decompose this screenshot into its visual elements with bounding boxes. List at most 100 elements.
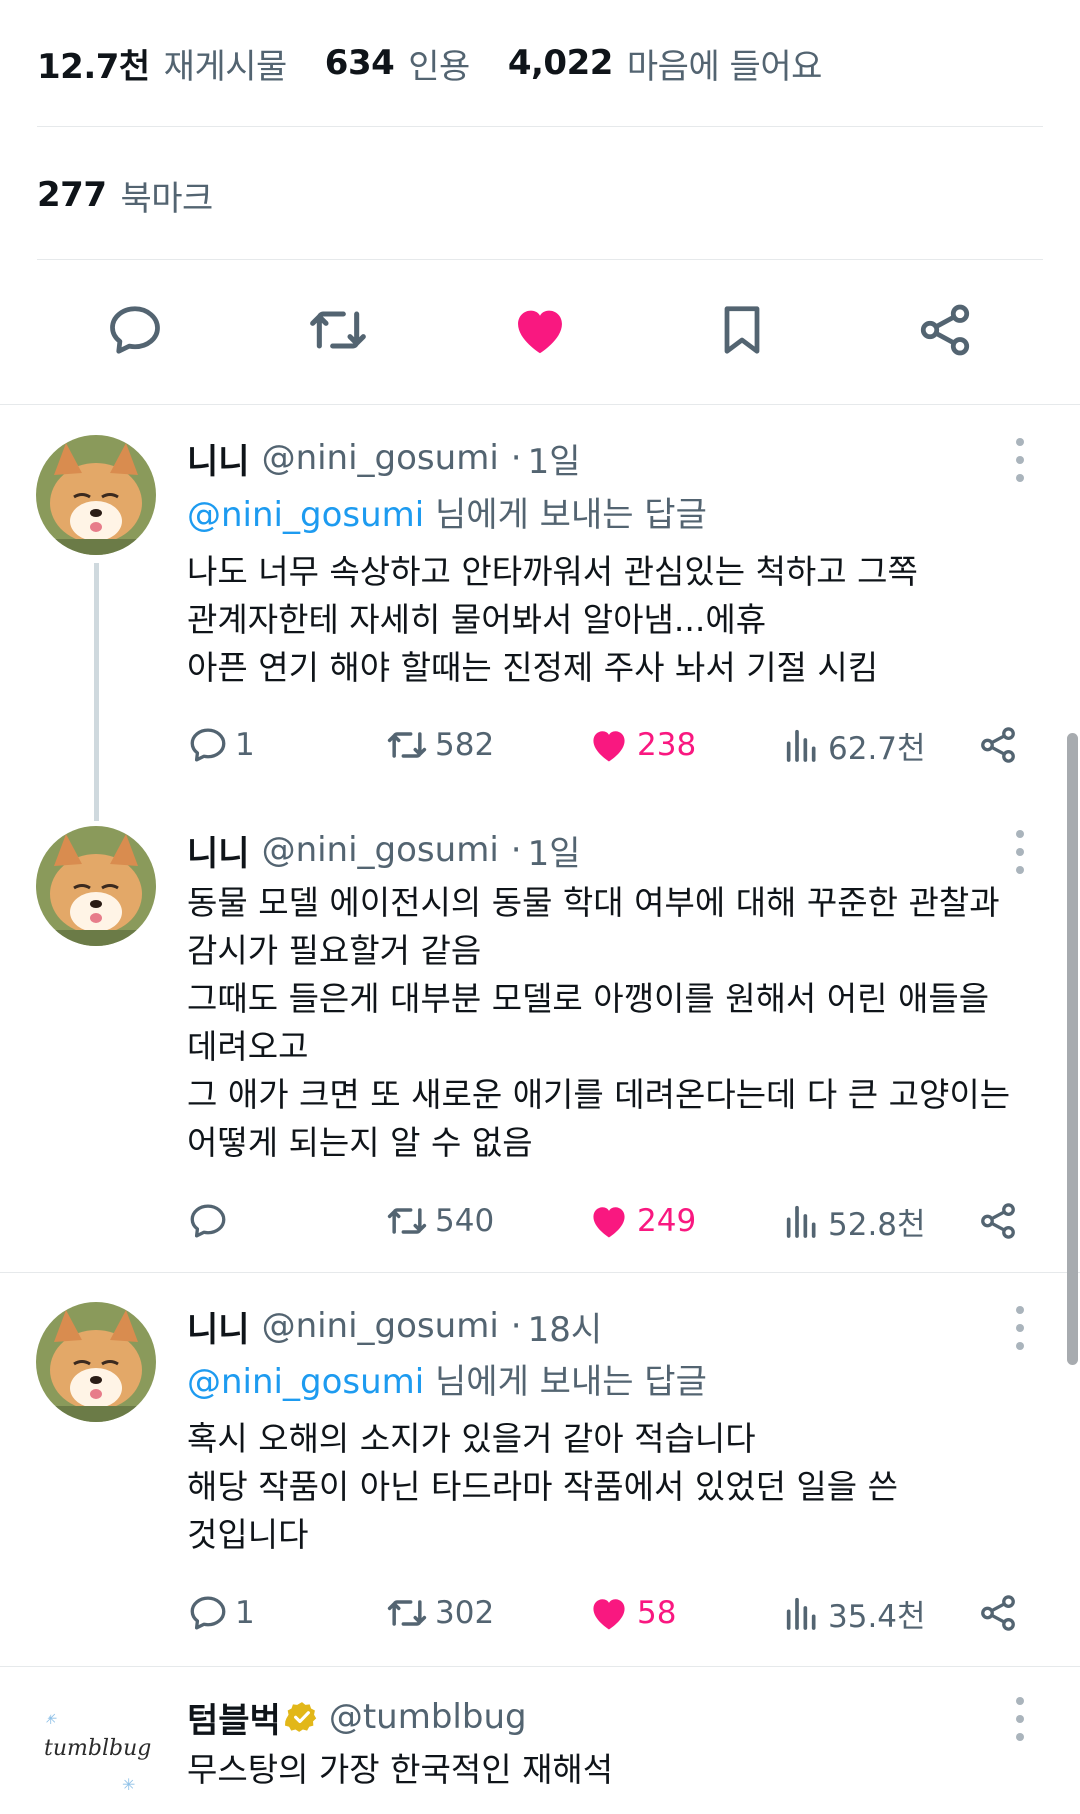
like-button[interactable] — [504, 294, 576, 366]
tweet-text-line: 그때도 들은게 대부분 모델로 아깽이를 원해서 어린 애들을 — [187, 979, 990, 1018]
like-icon-filled — [593, 1599, 625, 1630]
timestamp[interactable]: 18시 — [528, 1302, 603, 1351]
tweet-header: 텀블벅 @tumblbug — [187, 1692, 527, 1742]
views-chart-icon — [786, 1205, 816, 1238]
bookmark-stats: 277 북마크 — [37, 170, 1043, 220]
view-count: 62.7천 — [828, 730, 926, 767]
reply-to-label: 님에게 보내는 답글 — [424, 1362, 707, 1402]
separator-dot: · — [510, 1306, 522, 1346]
like-icon-filled — [593, 731, 625, 762]
replying-to: @nini_gosumi 님에게 보내는 답글 — [187, 1357, 707, 1407]
like-count: 238 — [637, 727, 697, 763]
tweet-text: 혹시 오해의 소지가 있을거 같아 적습니다 해당 작품이 아닌 타드라마 작품… — [187, 1415, 1037, 1559]
view-count: 52.8천 — [828, 1206, 926, 1243]
repost-icon — [387, 1600, 427, 1626]
replying-to: @nini_gosumi 님에게 보내는 답글 — [187, 490, 707, 540]
more-options-button[interactable] — [1005, 1306, 1035, 1350]
reply-to-label: 님에게 보내는 답글 — [424, 495, 707, 535]
scrollbar-thumb[interactable] — [1067, 733, 1078, 1365]
thread-line — [94, 563, 99, 821]
svg-text:✳: ✳ — [44, 1709, 57, 1728]
avatar[interactable]: tumblbug ✳ ✳ — [36, 1694, 156, 1814]
reply-button[interactable]: 1 — [187, 1588, 255, 1638]
divider — [0, 404, 1080, 405]
repost-count: 302 — [435, 1595, 495, 1631]
quotes-count[interactable]: 634 — [325, 43, 395, 83]
repost-count: 540 — [435, 1203, 495, 1239]
separator-dot: · — [510, 830, 522, 870]
reply-button[interactable] — [99, 294, 171, 366]
divider — [0, 1272, 1080, 1273]
reply-mention-link[interactable]: @nini_gosumi — [187, 495, 424, 535]
repost-button[interactable]: 302 — [385, 1588, 494, 1638]
avatar[interactable] — [36, 435, 156, 555]
dot — [1016, 830, 1024, 838]
divider — [37, 126, 1043, 127]
views-button[interactable]: 62.7천 — [782, 720, 926, 770]
bookmark-button[interactable] — [706, 294, 778, 366]
likes-label[interactable]: 마음에 들어요 — [627, 39, 823, 88]
dot — [1016, 866, 1024, 874]
views-chart-icon — [786, 1597, 816, 1630]
like-button[interactable]: 58 — [587, 1588, 676, 1638]
tweet-text-line: 그 애가 크면 또 새로운 애기를 데려온다는데 다 큰 고양이는 — [187, 1075, 1011, 1114]
views-button[interactable]: 52.8천 — [782, 1196, 926, 1246]
reposts-count[interactable]: 12.7천 — [37, 39, 150, 88]
user-handle[interactable]: @nini_gosumi — [262, 830, 499, 870]
dot — [1016, 474, 1024, 482]
reply-mention-link[interactable]: @nini_gosumi — [187, 1362, 424, 1402]
bookmark-icon — [724, 306, 760, 354]
dot — [1016, 438, 1024, 446]
tweet-text-line: 혹시 오해의 소지가 있을거 같아 적습니다 — [187, 1419, 756, 1458]
display-name[interactable]: 니니 — [187, 434, 250, 483]
share-button[interactable] — [909, 294, 981, 366]
timestamp[interactable]: 1일 — [528, 826, 581, 875]
like-button[interactable]: 249 — [587, 1196, 696, 1246]
user-handle[interactable]: @nini_gosumi — [262, 438, 499, 478]
likes-count[interactable]: 4,022 — [508, 43, 614, 83]
like-count: 58 — [637, 1595, 677, 1631]
tweet-text-line: 아픈 연기 해야 할때는 진정제 주사 놔서 기절 시킴 — [187, 648, 879, 687]
display-name[interactable]: 니니 — [187, 826, 250, 875]
more-options-button[interactable] — [1005, 830, 1035, 874]
dot — [1016, 848, 1024, 856]
reply-count: 1 — [235, 1595, 255, 1631]
quotes-label[interactable]: 인용 — [408, 39, 470, 88]
repost-button[interactable] — [302, 294, 374, 366]
tweet-text: 나도 너무 속상하고 안타까워서 관심있는 척하고 그쪽 관계자한테 자세히 물… — [187, 548, 1037, 692]
separator-dot: · — [510, 438, 522, 478]
bookmarks-label[interactable]: 북마크 — [120, 171, 213, 220]
like-icon-filled — [593, 1207, 625, 1238]
engagement-stats: 12.7천 재게시물 634 인용 4,022 마음에 들어요 — [37, 38, 1043, 88]
views-chart-icon — [786, 729, 816, 762]
avatar[interactable] — [36, 826, 156, 946]
repost-button[interactable]: 540 — [385, 1196, 494, 1246]
views-button[interactable]: 35.4천 — [782, 1588, 926, 1638]
user-handle[interactable]: @nini_gosumi — [262, 1306, 499, 1346]
more-options-button[interactable] — [1005, 438, 1035, 482]
display-name[interactable]: 텀블벅 — [187, 1693, 281, 1742]
share-button[interactable] — [977, 720, 1019, 770]
verified-badge-icon — [284, 1702, 317, 1732]
share-button[interactable] — [977, 1588, 1019, 1638]
tweet-text-line: 관계자한테 자세히 물어봐서 알아냄...에휴 — [187, 600, 767, 639]
share-icon — [981, 1595, 1015, 1631]
more-options-button[interactable] — [1005, 1697, 1035, 1741]
repost-button[interactable]: 582 — [385, 720, 494, 770]
share-button[interactable] — [977, 1196, 1019, 1246]
display-name[interactable]: 니니 — [187, 1302, 250, 1351]
fox-avatar-icon — [36, 1302, 156, 1422]
reply-button[interactable] — [187, 1196, 235, 1246]
tweet-text-line: 동물 모델 에이전시의 동물 학대 여부에 대해 꾸준한 관찰과 — [187, 883, 1000, 922]
like-button[interactable]: 238 — [587, 720, 696, 770]
bookmarks-count[interactable]: 277 — [37, 175, 107, 215]
reply-icon — [190, 1204, 226, 1238]
avatar[interactable] — [36, 1302, 156, 1422]
reply-button[interactable]: 1 — [187, 720, 255, 770]
reposts-label[interactable]: 재게시물 — [164, 39, 288, 88]
view-count: 35.4천 — [828, 1598, 926, 1635]
timestamp[interactable]: 1일 — [528, 434, 581, 483]
dot — [1016, 1324, 1024, 1332]
user-handle[interactable]: @tumblbug — [329, 1697, 527, 1737]
like-icon-filled — [518, 310, 562, 354]
